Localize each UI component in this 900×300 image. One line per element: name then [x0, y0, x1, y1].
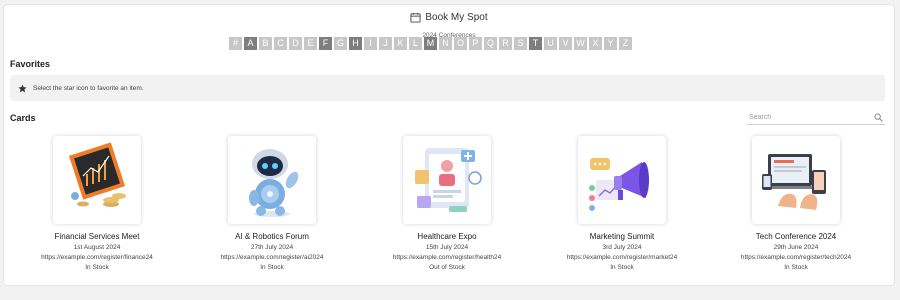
letter-filter-i[interactable]: I: [364, 37, 377, 50]
cards-heading: Cards: [10, 113, 36, 123]
letter-filter-t[interactable]: T: [529, 37, 542, 50]
conference-card[interactable]: Marketing Summit 3rd July 2024 https://exa…: [535, 136, 710, 271]
search-input[interactable]: [747, 113, 871, 121]
letter-filter-x[interactable]: X: [589, 37, 602, 50]
letter-filter-r[interactable]: R: [499, 37, 512, 50]
page-header: Book My Spot 2024 Conferences: [4, 10, 894, 39]
card-stock-status: In Stock: [610, 264, 634, 271]
letter-filter-e[interactable]: E: [304, 37, 317, 50]
card-stock-status: In Stock: [85, 264, 109, 271]
card-stock-status: Out of Stock: [429, 264, 465, 271]
conference-card[interactable]: Financial Services Meet 1st August 2024 ht…: [10, 136, 185, 271]
card-thumbnail[interactable]: [228, 136, 316, 224]
card-title: Financial Services Meet: [54, 232, 140, 241]
letter-filter-v[interactable]: V: [559, 37, 572, 50]
letter-filter-g[interactable]: G: [334, 37, 347, 50]
letter-filter-h[interactable]: H: [349, 37, 362, 50]
letter-filter-z[interactable]: Z: [619, 37, 632, 50]
card-title: Marketing Summit: [589, 232, 655, 241]
card-stock-status: In Stock: [260, 264, 284, 271]
title-row: Book My Spot: [410, 12, 488, 23]
finance-illustration: [68, 142, 126, 207]
letter-filter-b[interactable]: B: [259, 37, 272, 50]
letter-filter-hash[interactable]: #: [229, 37, 242, 50]
letter-filter-u[interactable]: U: [544, 37, 557, 50]
letter-filter-w[interactable]: W: [574, 37, 587, 50]
card-title: AI & Robotics Forum: [235, 232, 309, 241]
letter-filter-o[interactable]: O: [454, 37, 467, 50]
card-url[interactable]: https://example.com/register/health24: [360, 254, 535, 261]
letter-filter-d[interactable]: D: [289, 37, 302, 50]
card-thumbnail[interactable]: [752, 136, 840, 224]
favorites-heading: Favorites: [10, 59, 51, 69]
health-illustration: [415, 148, 482, 212]
main-panel: Book My Spot 2024 Conferences # A B C D E F G H I…: [3, 4, 895, 286]
conference-card[interactable]: Healthcare Expo 15th July 2024 https://exa…: [360, 136, 535, 271]
letter-filter-n[interactable]: N: [439, 37, 452, 50]
tech-illustration: [762, 154, 826, 210]
card-thumbnail[interactable]: [578, 136, 666, 224]
favorites-message: Select the star icon to favorite an item…: [33, 84, 144, 92]
letter-filter-f[interactable]: F: [319, 37, 332, 50]
alphabet-filter: # A B C D E F G H I J K L M N O P Q R S T U V W X Y Z: [229, 37, 632, 50]
letter-filter-a[interactable]: A: [244, 37, 257, 50]
card-date: 15th July 2024: [425, 244, 469, 251]
letter-filter-p[interactable]: P: [469, 37, 482, 50]
card-date: 1st August 2024: [73, 244, 121, 251]
conference-card[interactable]: AI & Robotics Forum 27th July 2024 https:/…: [185, 136, 360, 271]
search-icon[interactable]: [874, 112, 883, 122]
letter-filter-m[interactable]: M: [424, 37, 437, 50]
card-stock-status: In Stock: [784, 264, 808, 271]
marketing-illustration: [589, 158, 649, 211]
card-url[interactable]: https://example.com/register/finance24: [10, 254, 185, 261]
card-thumbnail[interactable]: [403, 136, 491, 224]
letter-filter-k[interactable]: K: [394, 37, 407, 50]
letter-filter-c[interactable]: C: [274, 37, 287, 50]
conference-card[interactable]: Tech Conference 2024 29th June 2024 https:…: [709, 136, 884, 271]
letter-filter-s[interactable]: S: [514, 37, 527, 50]
calendar-icon: [410, 12, 421, 23]
card-url[interactable]: https://example.com/register/ai2024: [185, 254, 360, 261]
card-date: 27th July 2024: [250, 244, 294, 251]
star-icon: [18, 83, 27, 92]
letter-filter-j[interactable]: J: [379, 37, 392, 50]
card-thumbnail[interactable]: [53, 136, 141, 224]
card-title: Healthcare Expo: [417, 232, 477, 241]
card-date: 29th June 2024: [773, 244, 819, 251]
letter-filter-l[interactable]: L: [409, 37, 422, 50]
page-title: Book My Spot: [425, 12, 488, 23]
letter-filter-q[interactable]: Q: [484, 37, 497, 50]
robot-illustration: [249, 149, 299, 217]
letter-filter-y[interactable]: Y: [604, 37, 617, 50]
card-title: Tech Conference 2024: [755, 232, 837, 241]
card-date: 3rd July 2024: [602, 244, 642, 251]
card-url[interactable]: https://example.com/register/tech2024: [709, 254, 884, 261]
card-url[interactable]: https://example.com/register/market24: [535, 254, 710, 261]
favorites-box: Select the star icon to favorite an item…: [10, 75, 885, 101]
search-box: [747, 110, 885, 125]
